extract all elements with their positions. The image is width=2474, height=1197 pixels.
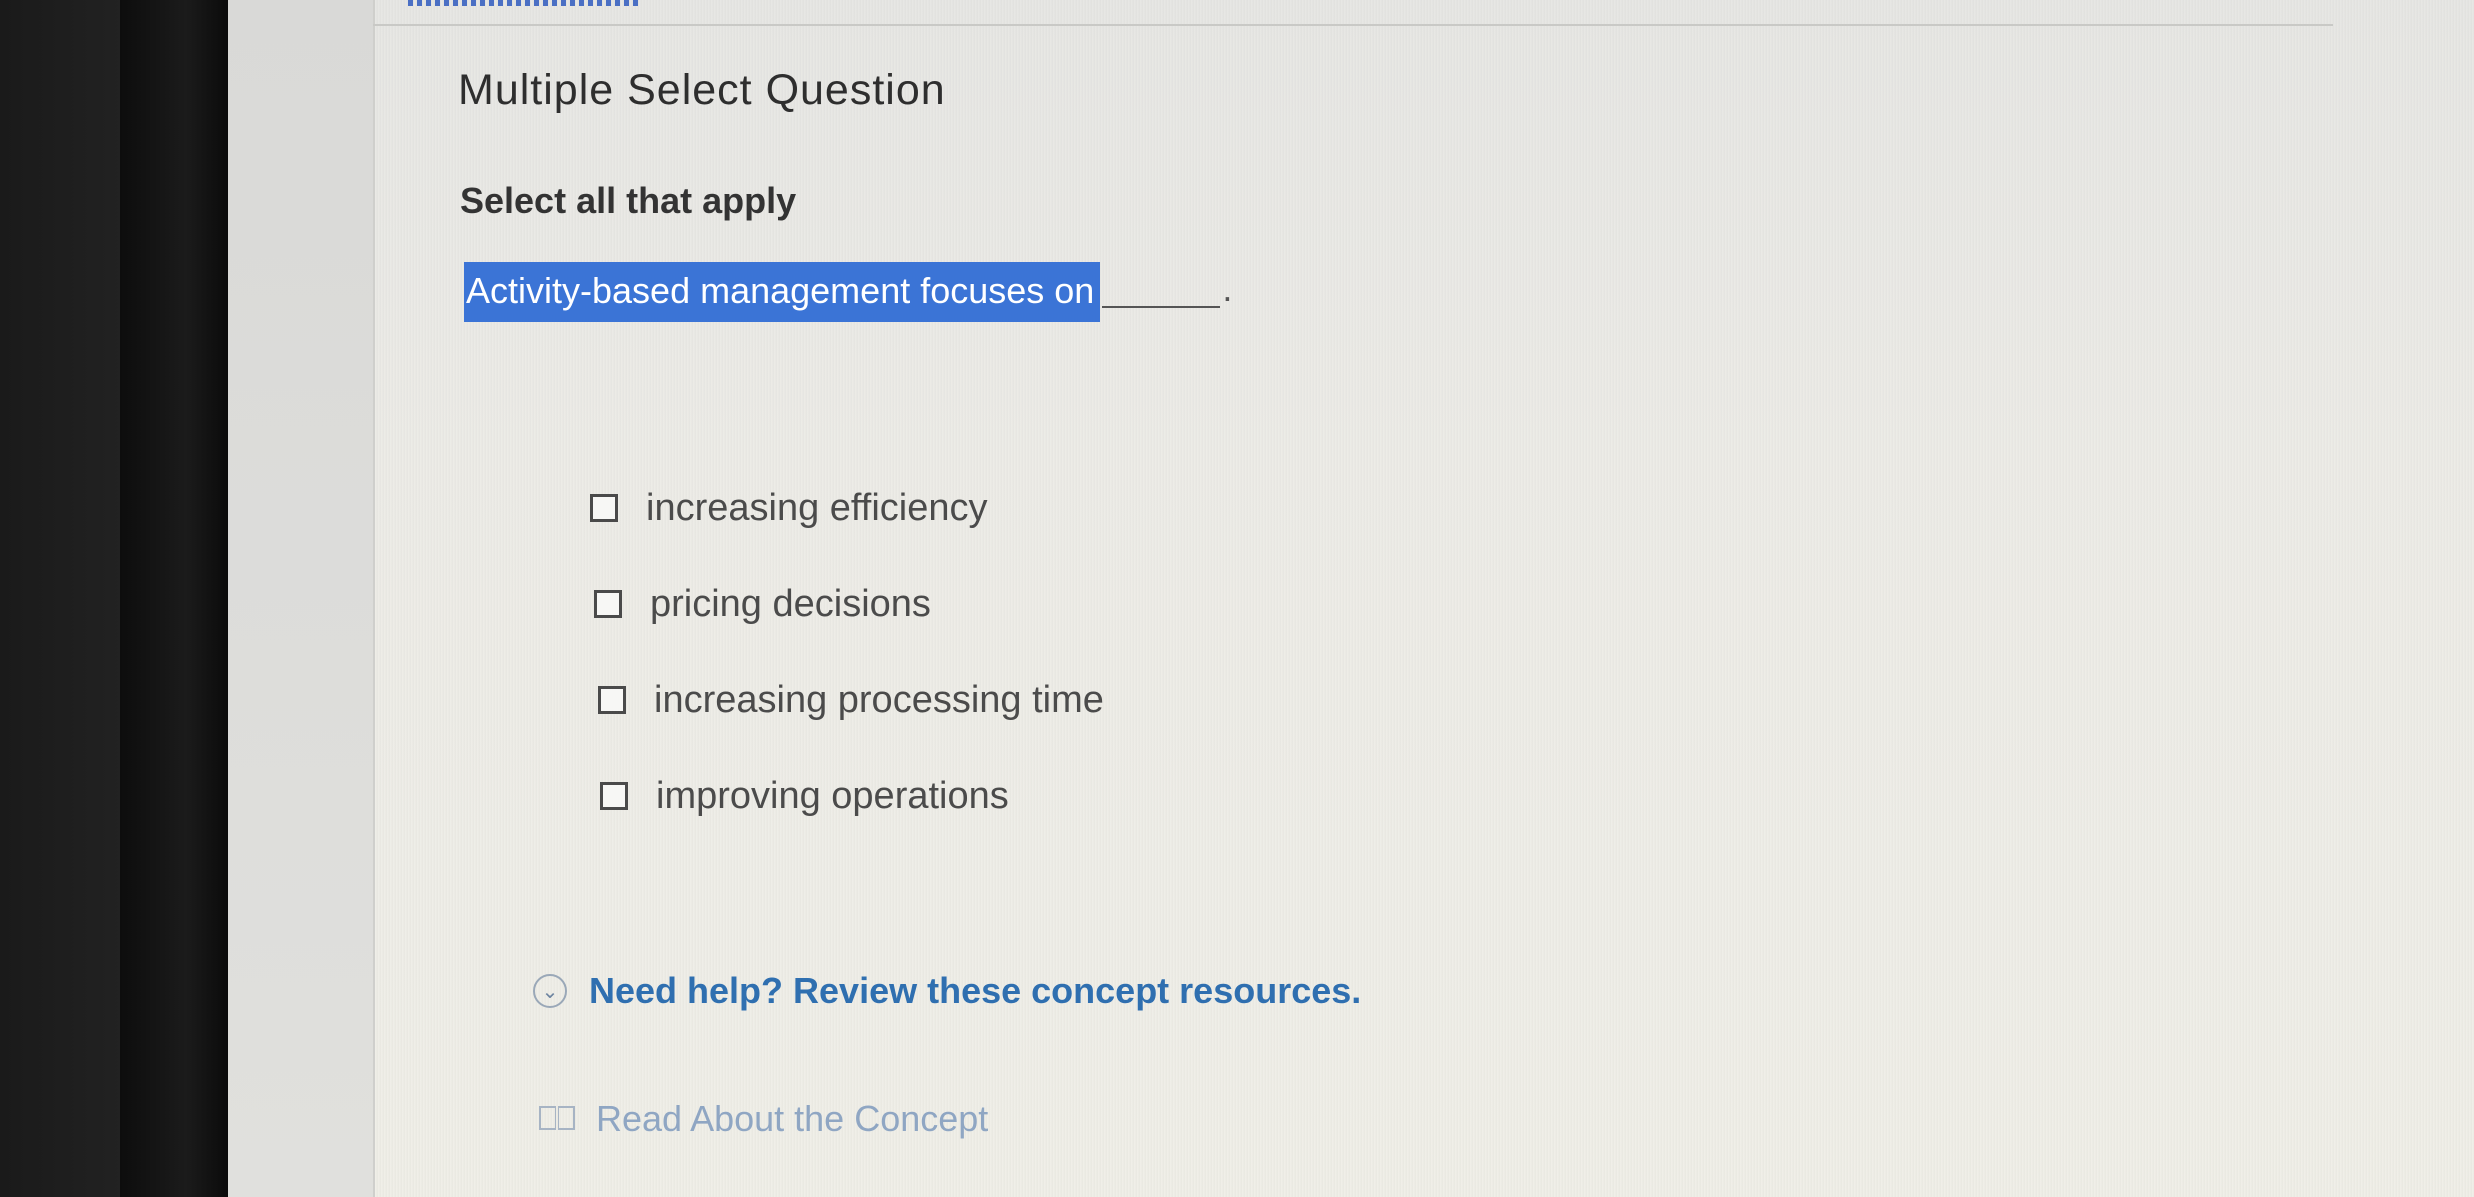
header-divider [373, 24, 2333, 26]
answer-option[interactable]: increasing efficiency [590, 460, 1096, 556]
chevron-down-icon: ⌄ [533, 974, 567, 1008]
book-icon [538, 1104, 578, 1134]
progress-indicator [408, 0, 638, 6]
prompt-period: . [1222, 268, 1233, 309]
question-prompt-text: Activity-based management focuses on [464, 262, 1101, 322]
read-about-concept-link[interactable]: Read About the Concept [538, 1098, 988, 1140]
answer-option[interactable]: increasing processing time [598, 652, 1104, 748]
answer-blank [1102, 306, 1221, 308]
read-about-concept-label: Read About the Concept [596, 1098, 989, 1139]
left-panel [228, 0, 375, 1197]
answer-option[interactable]: pricing decisions [594, 556, 1100, 652]
screen: Multiple Select Question Select all that… [228, 0, 2474, 1197]
concept-resources-toggle[interactable]: ⌄ Need help? Review these concept resour… [533, 970, 1361, 1012]
monitor-bezel-edge [120, 0, 230, 1197]
monitor-bezel [0, 0, 230, 1197]
concept-resources-label: Need help? Review these concept resource… [589, 970, 1362, 1011]
question-prompt: Activity-based management focuses on . [464, 262, 1232, 322]
option-label: improving operations [656, 774, 1009, 817]
question-type-heading: Multiple Select Question [458, 66, 946, 114]
option-checkbox[interactable] [600, 782, 628, 810]
option-label: increasing efficiency [646, 486, 988, 529]
option-checkbox[interactable] [590, 494, 618, 522]
answer-options: increasing efficiency pricing decisions … [590, 460, 1104, 844]
question-instructions: Select all that apply [460, 180, 797, 221]
option-label: increasing processing time [654, 678, 1104, 721]
answer-option[interactable]: improving operations [600, 748, 1106, 844]
option-label: pricing decisions [650, 582, 931, 625]
option-checkbox[interactable] [598, 686, 626, 714]
option-checkbox[interactable] [594, 590, 622, 618]
